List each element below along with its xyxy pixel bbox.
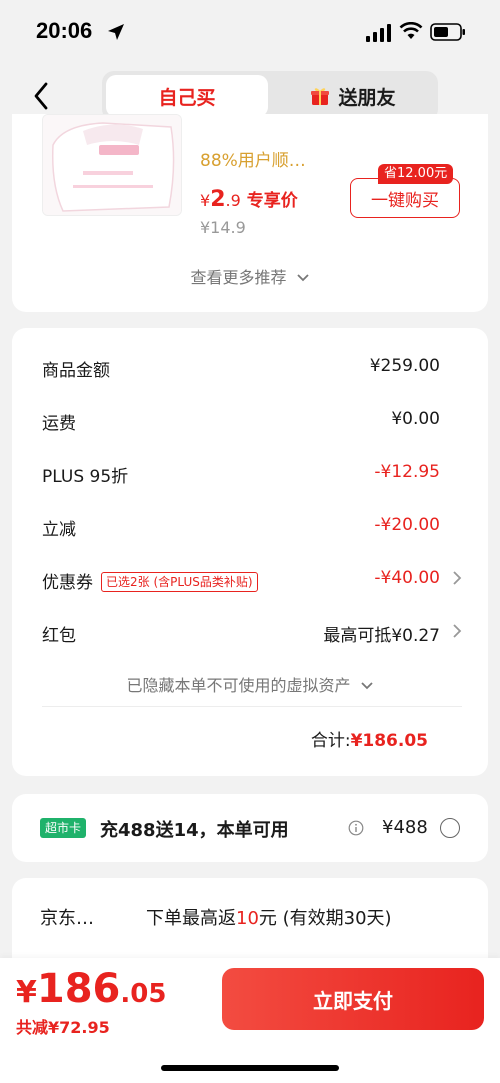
supermarket-card-badge: 超市卡 bbox=[40, 818, 87, 838]
battery-icon bbox=[430, 23, 465, 41]
summary-row-goods-amount: 商品金额 ¥259.00 bbox=[42, 352, 462, 382]
location-arrow-icon bbox=[108, 24, 124, 40]
payment-bar: ¥186.05 共减¥72.95 立即支付 bbox=[0, 958, 500, 1083]
chevron-down-icon bbox=[360, 682, 373, 690]
total-saved: 共减¥72.95 bbox=[16, 1018, 110, 1037]
hidden-assets-label: 已隐藏本单不可使用的虚拟资产 bbox=[126, 676, 351, 695]
total-label: 合计: bbox=[310, 731, 351, 751]
wifi-icon bbox=[399, 22, 423, 39]
home-indicator bbox=[161, 1065, 339, 1071]
exclusive-price: ¥2.9 专享价 bbox=[200, 186, 298, 212]
status-time: 20:06 bbox=[36, 18, 93, 43]
product-image[interactable] bbox=[42, 114, 182, 216]
price-tag: 专享价 bbox=[246, 191, 298, 211]
tab-buy-for-self[interactable]: 自己买 bbox=[106, 75, 268, 117]
pay-now-button[interactable]: 立即支付 bbox=[222, 968, 484, 1030]
product-title-cut bbox=[200, 128, 460, 140]
jd-offer-prefix: 下单最高返 bbox=[146, 908, 236, 929]
tab-send-to-friend[interactable]: 送朋友 bbox=[272, 75, 434, 117]
supermarket-card-price: ¥488 bbox=[382, 817, 428, 838]
row-value: -¥12.95 bbox=[374, 462, 440, 482]
gift-icon bbox=[311, 88, 330, 105]
total-value: ¥186.05 bbox=[350, 731, 428, 751]
jd-offer-name: 京东… bbox=[40, 908, 94, 929]
save-badge: 省12.00元 bbox=[378, 164, 454, 184]
payment-integer: 186 bbox=[36, 966, 121, 1012]
summary-row-plus-discount: PLUS 95折 -¥12.95 bbox=[42, 458, 462, 488]
back-icon[interactable] bbox=[28, 78, 56, 114]
row-value: -¥20.00 bbox=[374, 515, 440, 535]
summary-row-shipping: 运费 ¥0.00 bbox=[42, 405, 462, 435]
chevron-down-icon bbox=[296, 274, 309, 282]
row-value: 最高可抵¥0.27 bbox=[323, 626, 440, 646]
order-total: 合计:¥186.05 bbox=[311, 726, 428, 751]
payment-amount: ¥186.05 bbox=[16, 966, 166, 1012]
row-label: 运费 bbox=[42, 414, 76, 434]
row-value: -¥40.00 bbox=[374, 568, 440, 588]
order-summary-card: 商品金额 ¥259.00 运费 ¥0.00 PLUS 95折 -¥12.95 立… bbox=[12, 328, 488, 776]
jd-offer-text: 下单最高返10元 (有效期30天) bbox=[146, 904, 392, 930]
supermarket-card-offer[interactable]: 超市卡 充488送14，本单可用 ¥488 bbox=[12, 794, 488, 862]
divider bbox=[42, 706, 462, 707]
price-decimal: .9 bbox=[225, 191, 241, 210]
price-integer: 2 bbox=[210, 187, 226, 212]
jd-offer-suffix: 元 (有效期30天) bbox=[258, 908, 392, 929]
signal-icon bbox=[366, 24, 391, 42]
price-symbol: ¥ bbox=[200, 191, 211, 210]
payment-decimal: .05 bbox=[120, 979, 167, 1009]
status-bar: 20:06 bbox=[0, 0, 500, 66]
tab-send-to-friend-label: 送朋友 bbox=[338, 86, 396, 109]
coupon-label: 优惠券 bbox=[42, 573, 93, 593]
more-recommendations-link[interactable]: 查看更多推荐 bbox=[12, 264, 488, 288]
hidden-assets-toggle[interactable]: 已隐藏本单不可使用的虚拟资产 bbox=[12, 672, 488, 696]
row-label: 优惠券 已选2张 (含PLUS品类补贴) bbox=[42, 568, 258, 593]
row-label: 红包 bbox=[42, 626, 76, 646]
wet-wipes-image bbox=[43, 115, 181, 215]
one-click-buy-button[interactable]: 一键购买 bbox=[350, 178, 460, 218]
info-icon[interactable] bbox=[348, 820, 364, 836]
coupon-selected-tag: 已选2张 (含PLUS品类补贴) bbox=[101, 572, 258, 592]
supermarket-card-text: 充488送14，本单可用 bbox=[100, 820, 289, 841]
satisfaction-text: 88%用户顺… bbox=[200, 151, 306, 171]
row-label: PLUS 95折 bbox=[42, 467, 129, 487]
row-value: ¥0.00 bbox=[391, 409, 440, 429]
summary-row-instant-discount: 立减 -¥20.00 bbox=[42, 511, 462, 541]
row-label: 立减 bbox=[42, 520, 76, 540]
jd-offer-amount: 10 bbox=[236, 908, 259, 929]
summary-row-red-packet[interactable]: 红包 最高可抵¥0.27 bbox=[42, 617, 462, 647]
chevron-right-icon bbox=[453, 571, 462, 585]
row-value: ¥259.00 bbox=[369, 356, 440, 376]
summary-row-coupon[interactable]: 优惠券 已选2张 (含PLUS品类补贴) -¥40.00 bbox=[42, 564, 462, 594]
jd-rebate-card: 京东… 下单最高返10元 (有效期30天) bbox=[12, 878, 488, 968]
recommendation-card: 88%用户顺… ¥2.9 专享价 ¥14.9 一键购买 省12.00元 查看更多推… bbox=[12, 114, 488, 312]
payment-currency: ¥ bbox=[16, 975, 37, 1010]
chevron-right-icon bbox=[453, 624, 462, 638]
supermarket-card-radio[interactable] bbox=[440, 818, 460, 838]
more-recommendations-label: 查看更多推荐 bbox=[190, 268, 287, 287]
original-price: ¥14.9 bbox=[200, 218, 246, 237]
row-label: 商品金额 bbox=[42, 361, 110, 381]
